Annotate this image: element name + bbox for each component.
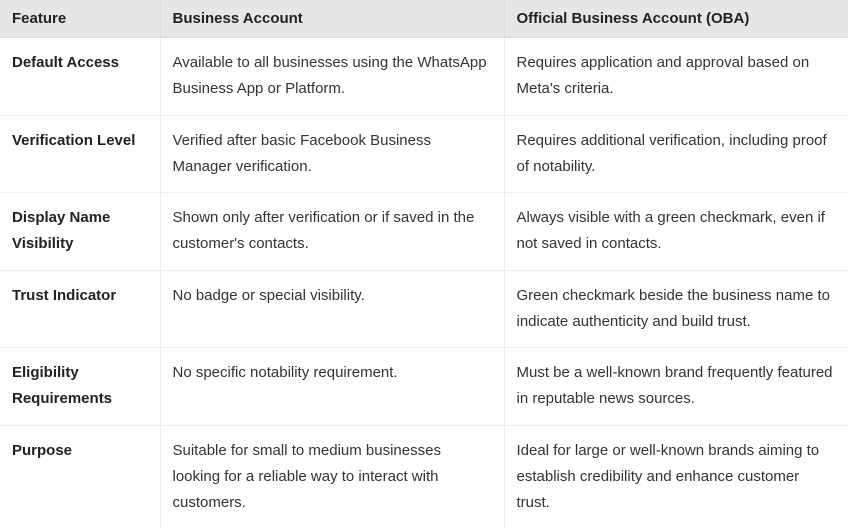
business-account-cell: Available to all businesses using the Wh… — [160, 38, 504, 116]
table-row: Purpose Suitable for small to medium bus… — [0, 425, 848, 528]
table-row: Display Name Visibility Shown only after… — [0, 193, 848, 271]
comparison-table: Feature Business Account Official Busine… — [0, 0, 848, 528]
feature-label: Trust Indicator — [0, 270, 160, 348]
official-business-account-cell: Must be a well-known brand frequently fe… — [504, 348, 848, 426]
header-business-account: Business Account — [160, 0, 504, 38]
header-official-business-account: Official Business Account (OBA) — [504, 0, 848, 38]
feature-label: Eligibility Requirements — [0, 348, 160, 426]
feature-label: Default Access — [0, 38, 160, 116]
header-feature: Feature — [0, 0, 160, 38]
business-account-cell: No specific notability requirement. — [160, 348, 504, 426]
table-row: Trust Indicator No badge or special visi… — [0, 270, 848, 348]
business-account-cell: Shown only after verification or if save… — [160, 193, 504, 271]
table-row: Default Access Available to all business… — [0, 38, 848, 116]
business-account-cell: No badge or special visibility. — [160, 270, 504, 348]
feature-label: Verification Level — [0, 115, 160, 193]
official-business-account-cell: Always visible with a green checkmark, e… — [504, 193, 848, 271]
business-account-cell: Suitable for small to medium businesses … — [160, 425, 504, 528]
feature-label: Purpose — [0, 425, 160, 528]
official-business-account-cell: Ideal for large or well-known brands aim… — [504, 425, 848, 528]
official-business-account-cell: Requires application and approval based … — [504, 38, 848, 116]
feature-label: Display Name Visibility — [0, 193, 160, 271]
table-row: Eligibility Requirements No specific not… — [0, 348, 848, 426]
table-header-row: Feature Business Account Official Busine… — [0, 0, 848, 38]
official-business-account-cell: Requires additional verification, includ… — [504, 115, 848, 193]
business-account-cell: Verified after basic Facebook Business M… — [160, 115, 504, 193]
official-business-account-cell: Green checkmark beside the business name… — [504, 270, 848, 348]
table-row: Verification Level Verified after basic … — [0, 115, 848, 193]
